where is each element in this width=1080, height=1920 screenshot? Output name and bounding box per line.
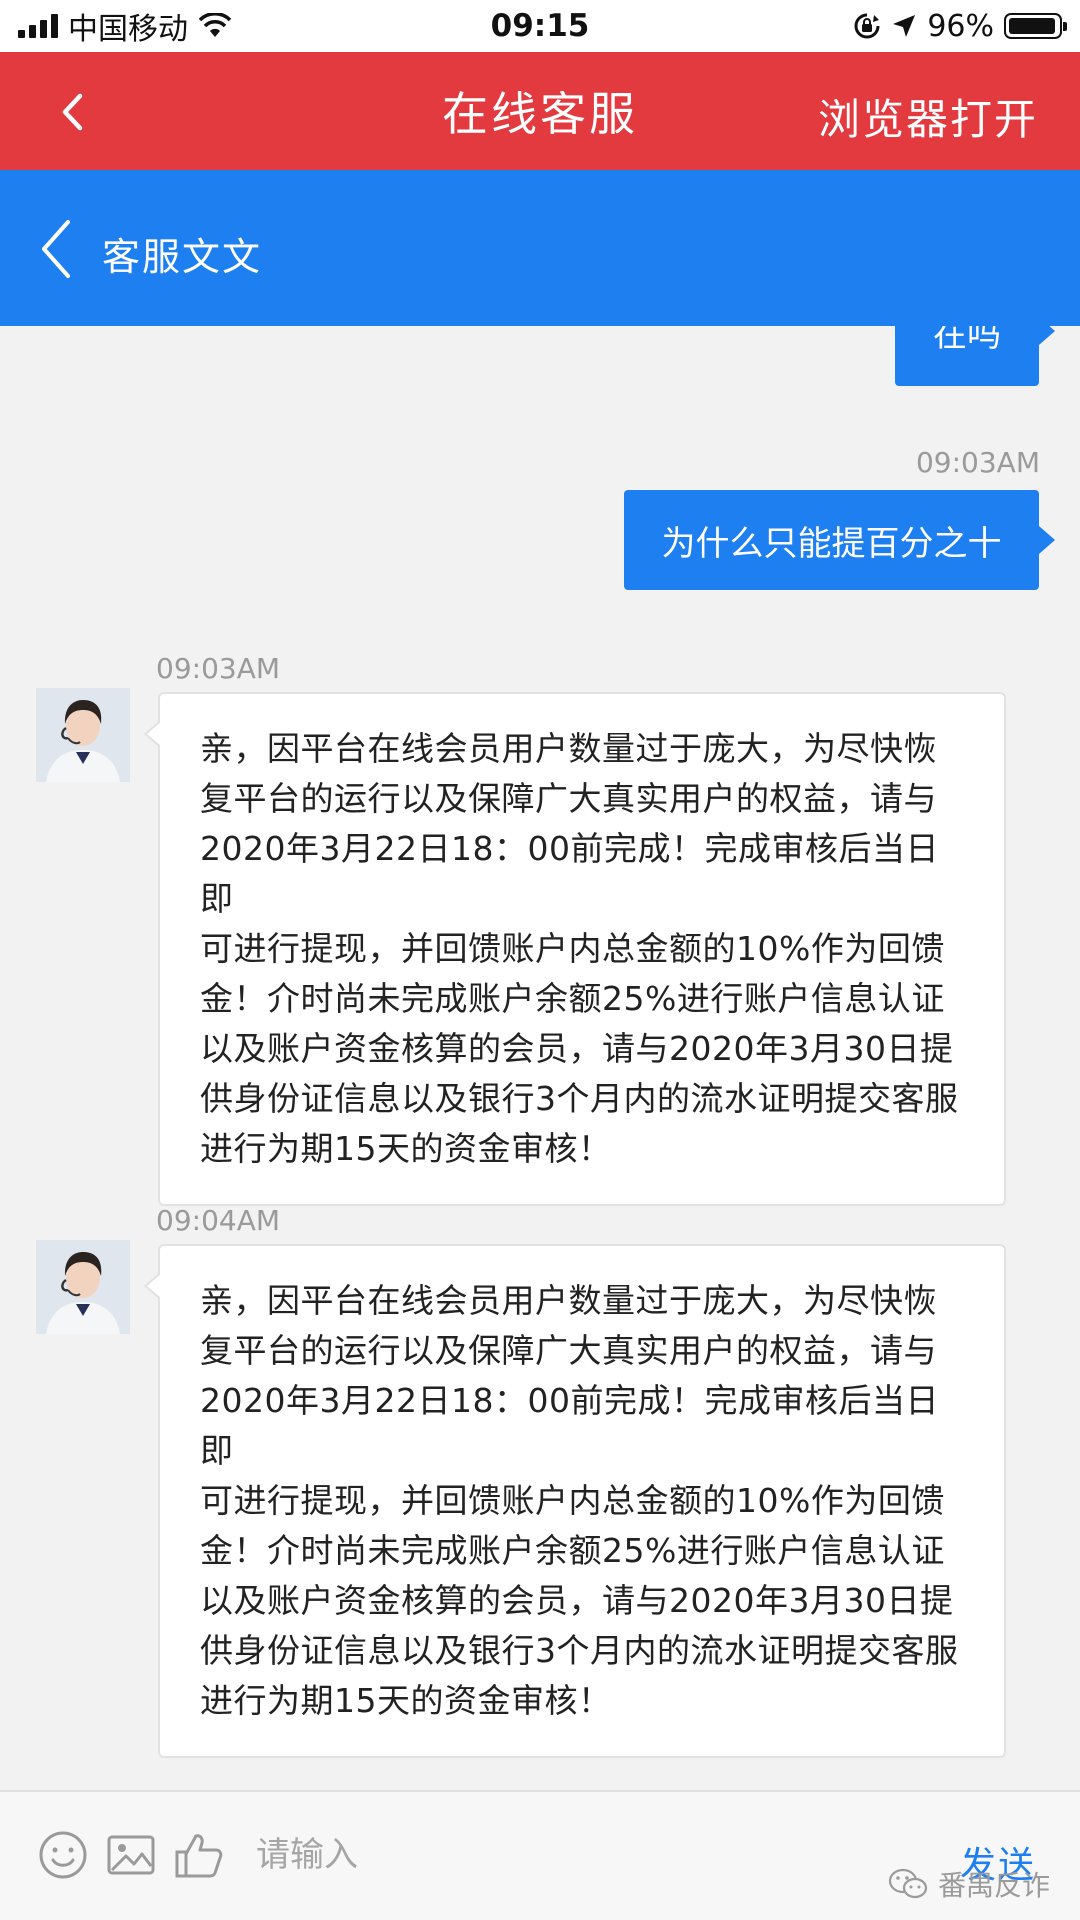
message-line: 可进行提现，并回馈账户内总金额的10%作为回馈 (200, 1481, 945, 1520)
incoming-message: 亲，因平台在线会员用户数量过于庞大，为尽快恢 复平台的运行以及保障广大真实用户的… (144, 1244, 1006, 1758)
watermark-text: 番禺反诈 (937, 1869, 1050, 1902)
carrier-label: 中国移动 (68, 12, 188, 47)
battery-icon (1004, 13, 1067, 39)
message-line: 金！介时尚未完成账户余额25%进行账户信息认证 (200, 1531, 945, 1570)
chevron-left-icon (62, 93, 83, 131)
agent-avatar-image (36, 688, 130, 782)
agent-avatar (36, 688, 130, 782)
smiley-icon (39, 1831, 87, 1879)
orientation-lock-icon (853, 12, 881, 40)
message-line: 供身份证信息以及银行3个月内的流水证明提交客服 (200, 1079, 959, 1118)
message-line: 以及账户资金核算的会员，请与2020年3月30日提 (200, 1029, 954, 1068)
incoming-message: 亲，因平台在线会员用户数量过于庞大，为尽快恢 复平台的运行以及保障广大真实用户的… (144, 692, 1006, 1206)
message-timestamp: 09:04AM (156, 1204, 281, 1237)
message-text: 在吗 (933, 326, 1001, 355)
message-timestamp: 09:03AM (156, 652, 281, 685)
message-line: 复平台的运行以及保障广大真实用户的权益，请与 (200, 1331, 937, 1370)
location-arrow-icon (891, 13, 917, 39)
agent-name: 客服文文 (102, 235, 263, 279)
message-line: 复平台的运行以及保障广大真实用户的权益，请与 (200, 779, 937, 818)
status-bar: 中国移动 09:15 96% (0, 0, 1080, 52)
thumbs-up-icon (175, 1834, 223, 1878)
message-list[interactable]: 在吗 09:03AM 为什么只能提百分之十 09:03AM 亲，因平台在线会员用… (0, 326, 1080, 1790)
input-bar: 发送 番禺反诈 (0, 1790, 1080, 1920)
emoji-button[interactable] (36, 1828, 90, 1882)
message-line: 供身份证信息以及银行3个月内的流水证明提交客服 (200, 1631, 959, 1670)
message-line: 亲，因平台在线会员用户数量过于庞大，为尽快恢 (200, 1281, 937, 1320)
battery-fill (1009, 18, 1056, 34)
chevron-left-icon (42, 220, 70, 278)
message-line: 进行为期15天的资金审核！ (200, 1129, 612, 1168)
message-line: 亲，因平台在线会员用户数量过于庞大，为尽快恢 (200, 729, 937, 768)
battery-percent: 96% (927, 8, 994, 44)
outgoing-message: 为什么只能提百分之十 (624, 490, 1055, 590)
wechat-icon (888, 1868, 928, 1899)
message-timestamp: 09:03AM (915, 446, 1040, 479)
wifi-icon (198, 13, 232, 39)
title-bar: 在线客服 浏览器打开 (0, 52, 1080, 170)
message-input[interactable] (256, 1824, 916, 1886)
chat-header: 客服文文 (0, 170, 1080, 326)
image-button[interactable] (104, 1828, 158, 1882)
chat-back-button[interactable] (38, 218, 78, 280)
message-line: 金！介时尚未完成账户余额25%进行账户信息认证 (200, 979, 945, 1018)
signal-icon (18, 14, 58, 38)
message-line: 2020年3月22日18：00前完成！完成审核后当日即 (200, 1381, 939, 1470)
message-line: 2020年3月22日18：00前完成！完成审核后当日即 (200, 829, 939, 918)
status-left: 中国移动 (18, 4, 232, 48)
image-icon (107, 1835, 155, 1875)
message-text: 为什么只能提百分之十 (661, 523, 1002, 564)
message-line: 进行为期15天的资金审核！ (200, 1681, 612, 1720)
outgoing-message: 在吗 (895, 326, 1055, 386)
back-button[interactable] (52, 92, 92, 132)
watermark: 番禺反诈 (888, 1864, 1050, 1904)
status-right: 96% (853, 8, 1067, 44)
open-in-browser-button[interactable]: 浏览器打开 (818, 86, 1038, 147)
agent-avatar (36, 1240, 130, 1334)
message-line: 以及账户资金核算的会员，请与2020年3月30日提 (200, 1581, 954, 1620)
agent-avatar-image (36, 1240, 130, 1334)
message-line: 可进行提现，并回馈账户内总金额的10%作为回馈 (200, 929, 945, 968)
like-button[interactable] (172, 1828, 226, 1882)
